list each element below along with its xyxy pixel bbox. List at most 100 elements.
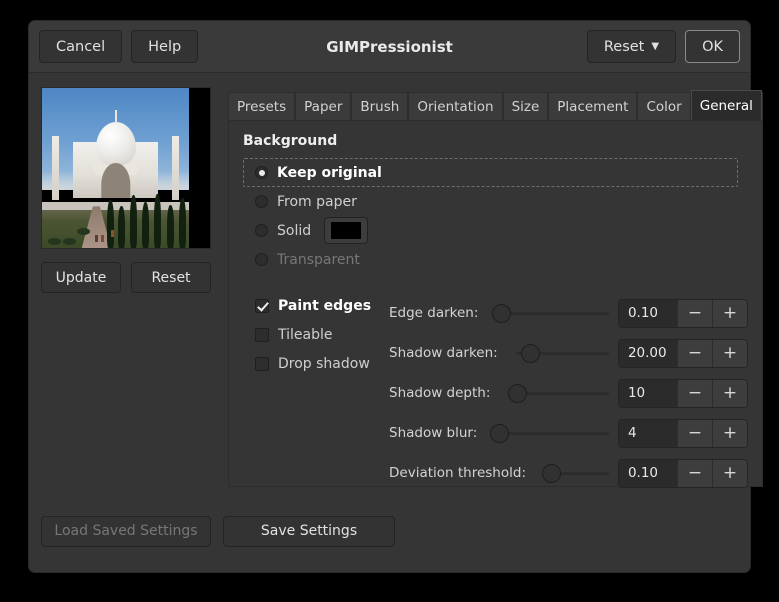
background-radio-group: Keep original From paper Solid Transparent <box>243 158 748 274</box>
tab-orientation[interactable]: Orientation <box>408 92 503 120</box>
preview-tree <box>141 201 149 248</box>
load-saved-settings-button[interactable]: Load Saved Settings <box>41 515 211 547</box>
spinner-increment-button[interactable]: + <box>711 459 747 487</box>
radio-solid[interactable]: Solid <box>243 216 748 245</box>
checkbox-label: Tileable <box>278 326 333 343</box>
radio-indicator-icon <box>255 195 268 208</box>
radio-indicator-icon <box>255 166 268 179</box>
preview-person <box>94 234 98 242</box>
preview-tree <box>130 195 138 248</box>
preview-plaza <box>42 201 189 210</box>
slider-label: Edge darken: <box>389 305 479 321</box>
tab-bar: Presets Paper Brush Orientation Size Placemen… <box>228 87 763 120</box>
preview-minaret-right <box>171 136 179 200</box>
checkbox-group: Paint edges Tileable Drop shadow <box>243 291 389 493</box>
radio-from-paper[interactable]: From paper <box>243 187 748 216</box>
spinner-increment-button[interactable]: + <box>711 299 747 327</box>
radio-transparent: Transparent <box>243 245 748 274</box>
spinner-value-input[interactable]: 4 <box>618 419 677 447</box>
cancel-button[interactable]: Cancel <box>39 30 123 63</box>
dialog-body: Update Reset Presets Paper Brush Orientatio… <box>29 73 763 503</box>
ok-button[interactable]: OK <box>685 30 740 63</box>
dialog-footer: Load Saved Settings Save Settings <box>29 503 750 559</box>
slider-shadow-darken[interactable] <box>507 343 609 363</box>
spinner-shadow-blur: 4− + <box>617 418 748 448</box>
checkbox-tileable[interactable]: Tileable <box>255 320 389 349</box>
spinner-value-input[interactable]: 10 <box>618 379 677 407</box>
gimpressionist-dialog: Cancel Help GIMPressionist Reset ▼ OK Up… <box>28 20 763 573</box>
radio-label: Transparent <box>277 251 360 268</box>
tab-presets[interactable]: Presets <box>228 92 296 120</box>
slider-track <box>495 431 609 435</box>
solid-color-swatch <box>331 222 362 239</box>
spinner-increment-button[interactable]: + <box>711 419 747 447</box>
spinner-shadow-depth: 10− + <box>617 378 748 408</box>
preview-tree <box>118 206 126 248</box>
spinner-value-input[interactable]: 20.00 <box>618 339 677 367</box>
preview-column: Update Reset <box>41 87 223 503</box>
tab-paper[interactable]: Paper <box>295 92 352 120</box>
radio-keep-original[interactable]: Keep original <box>243 158 738 187</box>
slider-label: Shadow blur: <box>389 425 478 441</box>
preview-shrub <box>62 237 76 245</box>
radio-label: Solid <box>277 222 312 239</box>
spinner-decrement-button[interactable]: − <box>676 379 712 407</box>
reset-menu-label: Reset <box>603 38 645 55</box>
reset-menu-button[interactable]: Reset ▼ <box>586 30 677 63</box>
checkbox-paint-edges[interactable]: Paint edges <box>255 291 389 320</box>
spinner-increment-button[interactable]: + <box>711 339 747 367</box>
preview-tree <box>153 193 161 248</box>
spinner-decrement-button[interactable]: − <box>676 299 712 327</box>
tab-label: Color <box>646 98 682 115</box>
help-button[interactable]: Help <box>131 30 199 63</box>
checkbox-indicator-icon <box>255 298 269 313</box>
slider-row-edge-darken: Edge darken: 0.10− + <box>389 293 748 333</box>
tab-label: Paper <box>304 98 343 115</box>
spinner-value-input[interactable]: 0.10 <box>618 459 677 487</box>
slider-track <box>496 311 609 315</box>
spinner-decrement-button[interactable]: − <box>676 339 712 367</box>
spinner-value-input[interactable]: 0.10 <box>618 299 677 327</box>
radio-label: Keep original <box>277 164 382 181</box>
slider-shadow-depth[interactable] <box>499 383 609 403</box>
slider-row-shadow-blur: Shadow blur: 4− + <box>389 413 748 453</box>
slider-deviation-threshold[interactable] <box>535 463 609 483</box>
preview-frame[interactable] <box>41 87 211 249</box>
slider-handle[interactable] <box>492 303 512 323</box>
spinner-increment-button[interactable]: + <box>711 379 747 407</box>
preview-update-button[interactable]: Update <box>41 262 121 293</box>
tab-label: General <box>699 97 753 114</box>
spinner-decrement-button[interactable]: − <box>676 459 712 487</box>
spinner-decrement-button[interactable]: − <box>676 419 712 447</box>
slider-row-shadow-depth: Shadow depth: 10− + <box>389 373 748 413</box>
spinner-shadow-darken: 20.00− + <box>617 338 748 368</box>
slider-handle[interactable] <box>508 383 528 403</box>
checkbox-indicator-icon <box>255 356 269 371</box>
save-settings-button[interactable]: Save Settings <box>223 515 395 547</box>
tab-label: Presets <box>237 98 287 115</box>
radio-indicator-icon <box>255 224 268 237</box>
slider-handle[interactable] <box>542 463 562 483</box>
preview-reset-button[interactable]: Reset <box>131 262 211 293</box>
slider-shadow-blur[interactable] <box>486 423 609 443</box>
options-and-sliders: Paint edges Tileable Drop shadow Edge dark… <box>243 291 748 493</box>
tab-general[interactable]: General <box>690 90 762 120</box>
slider-edge-darken[interactable] <box>487 303 609 323</box>
tab-label: Placement <box>557 98 629 115</box>
solid-color-button[interactable] <box>324 217 369 244</box>
slider-handle[interactable] <box>489 423 509 443</box>
preview-buttons: Update Reset <box>41 262 223 293</box>
tab-label: Brush <box>360 98 400 115</box>
tab-brush[interactable]: Brush <box>351 92 409 120</box>
tab-size[interactable]: Size <box>502 92 549 120</box>
tab-placement[interactable]: Placement <box>548 92 638 120</box>
slider-label: Shadow depth: <box>389 385 491 401</box>
slider-handle[interactable] <box>521 343 541 363</box>
preview-shrub <box>47 237 61 245</box>
chevron-down-icon: ▼ <box>651 40 660 52</box>
checkbox-drop-shadow[interactable]: Drop shadow <box>255 349 389 378</box>
checkbox-label: Drop shadow <box>278 355 370 372</box>
slider-label: Deviation threshold: <box>389 465 526 481</box>
tab-color[interactable]: Color <box>637 92 691 120</box>
radio-indicator-icon <box>255 253 268 266</box>
